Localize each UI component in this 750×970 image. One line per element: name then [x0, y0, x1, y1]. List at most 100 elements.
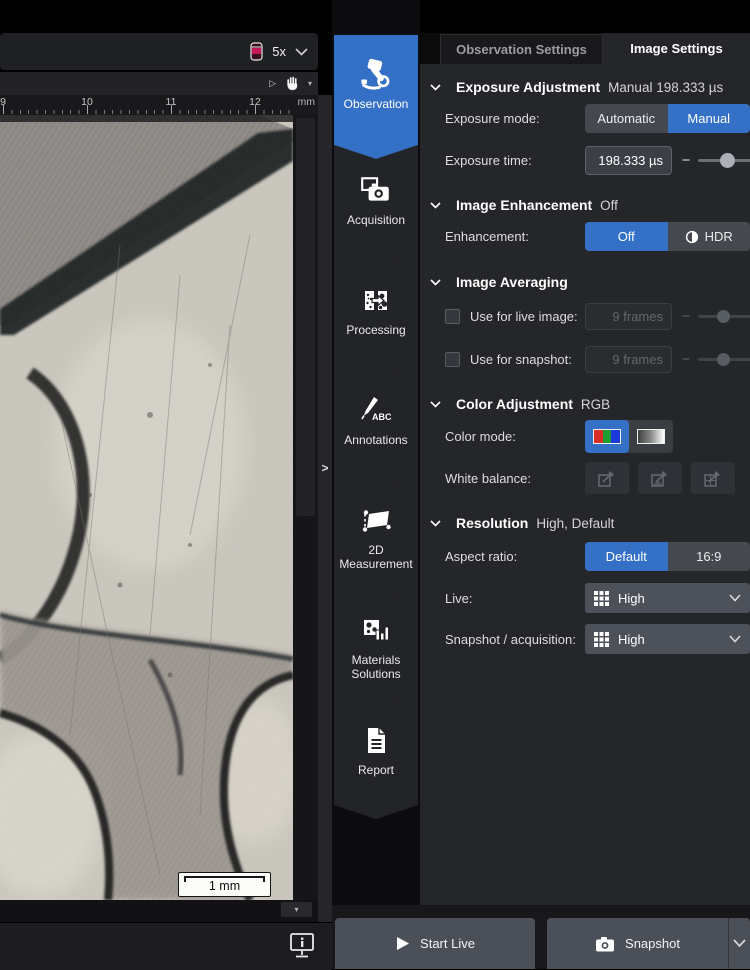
use-for-live-image-label: Use for live image: [470, 303, 578, 330]
section-summary: Manual 198.333 µs [608, 80, 723, 95]
live-frames-decrease-icon: − [678, 303, 694, 330]
snapshot-button[interactable]: Snapshot [547, 918, 750, 969]
nav-tab-label: Processing [335, 323, 417, 337]
materials-icon [359, 609, 393, 653]
section-resolution[interactable]: Resolution High, Default [430, 514, 614, 532]
resolution-grid-icon [594, 632, 609, 647]
chevron-down-icon [729, 635, 741, 643]
white-balance-picker-button[interactable] [585, 462, 629, 494]
play-icon [395, 936, 410, 951]
section-title: Color Adjustment [456, 396, 573, 412]
aspect-ratio-label: Aspect ratio: [445, 542, 517, 571]
chevron-down-icon [430, 202, 441, 209]
enhancement-hdr-button[interactable]: HDR [668, 222, 750, 251]
aspect-default-button[interactable]: Default [585, 542, 668, 571]
enhancement-segmented: Off HDR [585, 222, 750, 251]
live-resolution-label: Live: [445, 583, 472, 613]
exposure-mode-manual-button[interactable]: Manual [668, 104, 750, 133]
enhancement-off-button[interactable]: Off [585, 222, 668, 251]
ruler-tick-label: 12 [249, 96, 261, 108]
nav-tab-processing[interactable]: Processing [334, 255, 418, 379]
nav-tab-annotations[interactable]: ABC Annotations [334, 365, 418, 489]
panel-collapse-bar: > [318, 95, 332, 922]
tab-image-settings[interactable]: Image Settings [603, 33, 750, 64]
display-info-icon[interactable] [288, 931, 316, 961]
eyedropper-icon [597, 468, 617, 488]
snapshot-label: Snapshot [625, 936, 680, 951]
nav-tab-label: Acquisition [335, 213, 417, 227]
nav-tab-observation[interactable]: Observation [334, 35, 418, 159]
objective-lens-icon [250, 42, 263, 61]
section-summary: Off [600, 198, 618, 213]
report-document-icon [361, 719, 391, 763]
ruler-tick-label: 11 [166, 96, 177, 108]
panel-expand-handle[interactable]: > [318, 457, 332, 479]
ruler-tick-label: 10 [81, 96, 93, 108]
exposure-mode-label: Exposure mode: [445, 104, 540, 133]
live-image-viewport[interactable] [0, 115, 293, 900]
use-for-snapshot-checkbox[interactable] [445, 352, 460, 367]
nav-tab-label: Materials Solutions [335, 653, 417, 682]
chevron-down-icon [430, 401, 441, 408]
white-balance-label: White balance: [445, 462, 531, 495]
action-footer: Start Live Snapshot [332, 905, 750, 969]
exposure-mode-segmented: Automatic Manual [585, 104, 750, 133]
tools-dropdown-icon[interactable]: ▾ [308, 72, 312, 95]
svg-text:ABC: ABC [372, 412, 392, 422]
exposure-time-slider-handle[interactable] [720, 153, 735, 168]
color-mode-rgb-button[interactable] [585, 420, 629, 453]
objective-selector[interactable]: 5x [250, 33, 308, 70]
hand-pan-tool-icon[interactable] [285, 76, 299, 91]
color-mode-control [585, 420, 673, 453]
nav-tab-label: Report [335, 763, 417, 777]
live-resolution-dropdown[interactable]: High [585, 583, 750, 613]
scroll-down-button[interactable]: ▾ [281, 902, 312, 917]
white-balance-full-button[interactable] [691, 462, 735, 494]
ruler-major-ticks [3, 105, 291, 114]
settings-tab-bar: Observation Settings Image Settings [420, 33, 750, 64]
exposure-time-field[interactable]: 198.333 µs [585, 146, 672, 175]
nav-tab-2d-measurement[interactable]: 2D Measurement [334, 475, 418, 599]
color-mode-grayscale-button[interactable] [629, 420, 673, 453]
viewer-toolbar: 5x [0, 33, 318, 70]
nav-tab-label: Annotations [335, 433, 417, 447]
nav-tab-materials-solutions[interactable]: Materials Solutions [334, 585, 418, 709]
section-image-enhancement[interactable]: Image Enhancement Off [430, 196, 618, 214]
section-title: Exposure Adjustment [456, 79, 600, 95]
mode-nav-column: Observation Acquisition [332, 0, 420, 905]
vertical-scrollbar-thumb[interactable] [296, 118, 315, 516]
section-color-adjustment[interactable]: Color Adjustment RGB [430, 395, 610, 413]
live-frames-field: 9 frames [585, 303, 672, 330]
enhancement-label: Enhancement: [445, 222, 529, 251]
snapshot-frames-decrease-icon: − [678, 346, 694, 373]
start-live-label: Start Live [420, 936, 475, 951]
exposure-time-decrease-icon[interactable]: − [678, 146, 694, 175]
chevron-down-icon [430, 520, 441, 527]
snapshot-options-button[interactable] [729, 939, 750, 948]
chevron-down-icon [729, 594, 741, 602]
aspect-16-9-button[interactable]: 16:9 [668, 542, 750, 571]
viewer-status-bar [0, 922, 332, 970]
tab-observation-settings[interactable]: Observation Settings [440, 34, 603, 64]
horizontal-ruler: 9 10 11 12 mm [0, 95, 318, 115]
camera-frames-icon [359, 169, 393, 213]
objective-magnification: 5x [272, 44, 286, 59]
live-resolution-value: High [618, 591, 720, 606]
image-bottom-strip [0, 900, 318, 922]
camera-icon [595, 936, 615, 952]
snapshot-resolution-dropdown[interactable]: High [585, 624, 750, 654]
enhancement-hdr-label: HDR [705, 229, 733, 244]
use-for-live-image-checkbox[interactable] [445, 309, 460, 324]
nav-tab-label: 2D Measurement [335, 543, 417, 572]
nav-tab-acquisition[interactable]: Acquisition [334, 145, 418, 269]
chevron-down-icon [430, 279, 441, 286]
white-balance-area-button[interactable] [638, 462, 682, 494]
hdr-icon [685, 230, 699, 244]
measurement-icon [359, 499, 393, 543]
exposure-mode-automatic-button[interactable]: Automatic [585, 104, 668, 133]
section-exposure-adjustment[interactable]: Exposure Adjustment Manual 198.333 µs [430, 78, 723, 96]
start-live-button[interactable]: Start Live [335, 918, 535, 969]
nav-tab-report[interactable]: Report [334, 695, 418, 819]
section-image-averaging[interactable]: Image Averaging [430, 273, 568, 291]
play-tool-icon[interactable]: ▷ [269, 72, 276, 95]
